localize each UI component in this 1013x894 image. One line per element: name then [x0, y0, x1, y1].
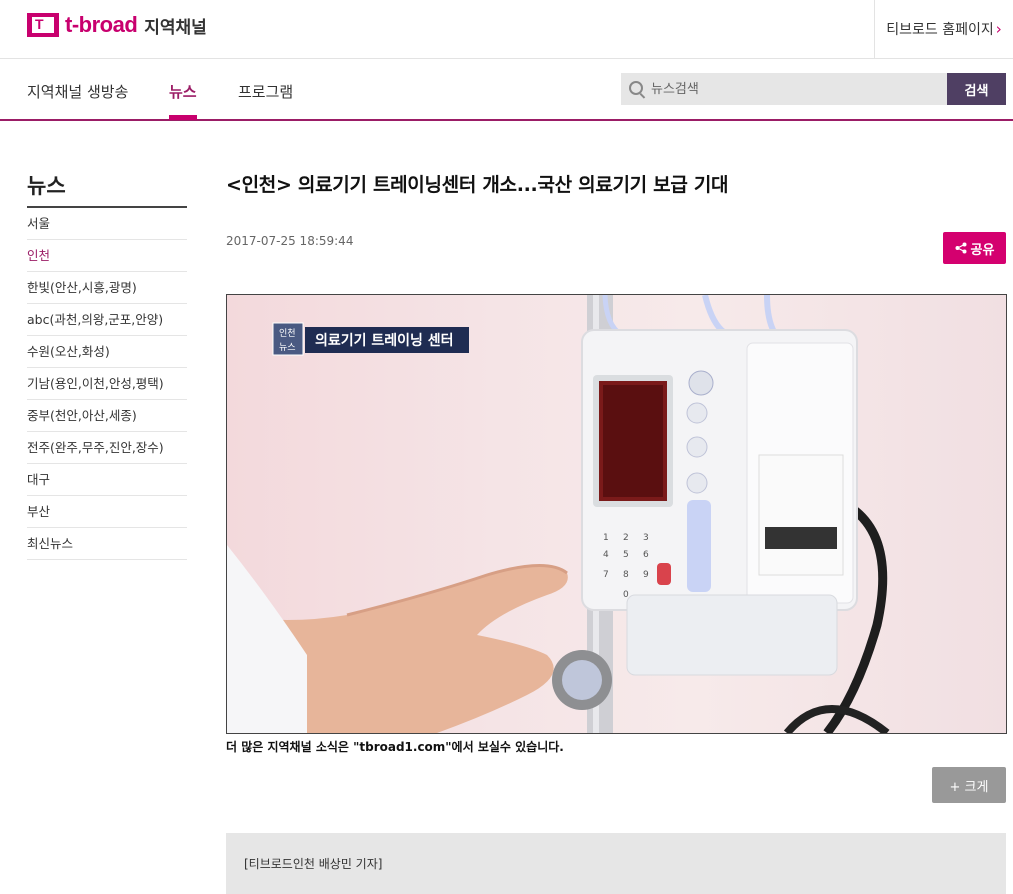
- keypad-key-2: 2: [623, 533, 629, 543]
- main-nav: 지역채널 생방송 뉴스 프로그램 검색: [0, 59, 1013, 121]
- sidebar-item-hanbit[interactable]: 한빛(안산,시흥,광명): [27, 272, 187, 304]
- logo-text: t-broad: [65, 12, 138, 37]
- search-button[interactable]: 검색: [947, 73, 1006, 105]
- keypad-key-1: 1: [603, 533, 609, 543]
- chevron-right-icon: ›: [995, 20, 1002, 38]
- keypad-key-7: 7: [603, 570, 609, 580]
- footer-caption: 더 많은 지역채널 소식은 "tbroad1.com"에서 보실수 있습니다.: [226, 740, 564, 754]
- sidebar-item-daegu[interactable]: 대구: [27, 464, 187, 496]
- video-overlay-caption: 의료기기 트레이닝 센터: [315, 332, 454, 349]
- sidebar-item-incheon[interactable]: 인천: [27, 240, 187, 272]
- sidebar-title: 뉴스: [27, 170, 187, 208]
- search-input[interactable]: [651, 73, 941, 105]
- news-video-frame[interactable]: 1 2 3 4 5 6 7 8 9 0 인천 뉴스 의료기기 트레이닝 센터: [226, 294, 1007, 734]
- logo-mark-icon: T: [27, 13, 59, 37]
- homepage-link-label: 티브로드 홈페이지: [886, 22, 994, 38]
- news-sidebar: 뉴스 서울 인천 한빛(안산,시흥,광명) abc(과천,의왕,군포,안양) 수…: [27, 170, 187, 560]
- article-body-box: [티브로드인천 배상민 기자]: [226, 833, 1006, 894]
- article-date: 2017-07-25 18:59:44: [226, 234, 354, 248]
- sidebar-item-latest[interactable]: 최신뉴스: [27, 528, 187, 560]
- keypad-key-5: 5: [623, 550, 629, 560]
- sidebar-item-busan[interactable]: 부산: [27, 496, 187, 528]
- top-header: T t-broad 지역채널 티브로드 홈페이지 ›: [0, 0, 1013, 59]
- nav-item-live[interactable]: 지역채널 생방송: [27, 81, 128, 102]
- share-button[interactable]: 공유: [943, 232, 1006, 264]
- nav-item-news[interactable]: 뉴스: [169, 81, 197, 120]
- reporter-credit: [티브로드인천 배상민 기자]: [244, 857, 383, 871]
- sidebar-item-ginam[interactable]: 기남(용인,이천,안성,평택): [27, 368, 187, 400]
- keypad-key-4: 4: [603, 550, 609, 560]
- share-label: 공유: [970, 242, 995, 258]
- logo-mark-letter: T: [35, 16, 44, 32]
- search-icon: [629, 81, 643, 95]
- video-still-image: 1 2 3 4 5 6 7 8 9 0 인천 뉴스 의료기기 트레이닝 센터: [227, 295, 890, 733]
- logo-subtitle: 지역채널: [144, 17, 207, 38]
- sidebar-item-jungbu[interactable]: 중부(천안,아산,세종): [27, 400, 187, 432]
- article-title: <인천> 의료기기 트레이닝센터 개소...국산 의료기기 보급 기대: [226, 174, 729, 196]
- search-box: [621, 73, 947, 105]
- tbroad-logo[interactable]: T t-broad 지역채널: [27, 12, 207, 38]
- nav-item-program[interactable]: 프로그램: [238, 81, 293, 102]
- enlarge-button[interactable]: + 크게: [932, 767, 1006, 803]
- sidebar-item-abc[interactable]: abc(과천,의왕,군포,안양): [27, 304, 187, 336]
- sidebar-item-suwon[interactable]: 수원(오산,화성): [27, 336, 187, 368]
- homepage-link[interactable]: 티브로드 홈페이지 ›: [874, 0, 1013, 58]
- keypad-key-9: 9: [643, 570, 649, 580]
- keypad-key-8: 8: [623, 570, 629, 580]
- share-icon: [955, 242, 967, 254]
- badge-news-text: 뉴스: [279, 342, 296, 353]
- keypad-key-6: 6: [643, 550, 649, 560]
- sidebar-item-seoul[interactable]: 서울: [27, 208, 187, 240]
- keypad-key-3: 3: [643, 533, 649, 543]
- sidebar-item-jeonju[interactable]: 전주(완주,무주,진안,장수): [27, 432, 187, 464]
- badge-incheon-text: 인천: [279, 328, 296, 339]
